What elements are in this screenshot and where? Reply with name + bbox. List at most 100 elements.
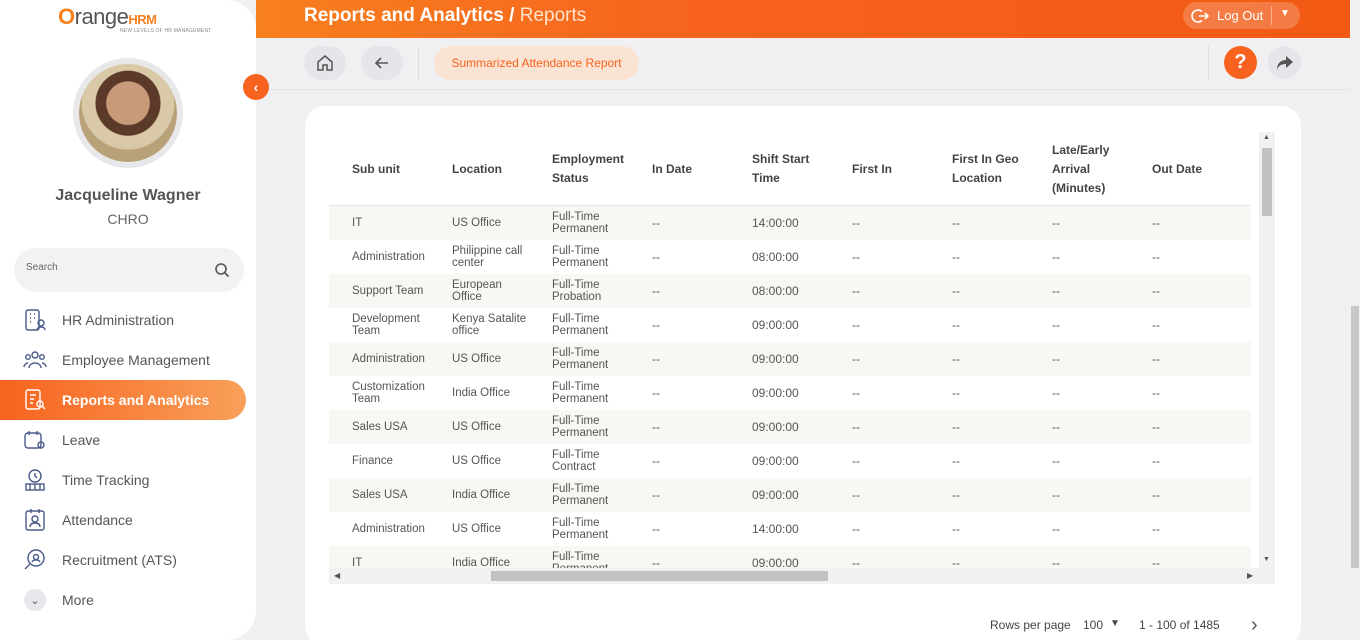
table-row[interactable]: Finance US Office Full-Time Contract -- 09:0… (329, 444, 1251, 478)
table-row[interactable]: Support Team European Office Full-Time Pro… (329, 274, 1251, 308)
vertical-scroll-thumb[interactable] (1262, 148, 1272, 216)
scroll-down-icon[interactable]: ▼ (1263, 556, 1270, 563)
sidebar-item-recruitment[interactable]: Recruitment (ATS) (0, 540, 256, 580)
horizontal-scroll-thumb[interactable] (491, 571, 828, 581)
table-cell: 1 (1229, 444, 1251, 478)
table-cell: -- (1152, 318, 1160, 332)
table-cell: -- (1152, 386, 1160, 400)
sidebar-item-employee-management[interactable]: Employee Management (0, 340, 256, 380)
table-cell: 2 (1229, 206, 1251, 240)
page-scrollbar[interactable] (1350, 0, 1360, 640)
sidebar-item-attendance[interactable]: Attendance (0, 500, 256, 540)
table-cell: 08:00:00 (752, 284, 799, 298)
column-header: Location (452, 161, 502, 176)
share-button[interactable] (1268, 46, 1301, 79)
orangehrm-logo[interactable]: OrangeHRM NEW LEVELS OF HR MANAGEMENT (58, 4, 211, 34)
table-header: Sub unit Location Employment Status In Date… (329, 132, 1251, 206)
caret-down-icon[interactable]: ▼ (1280, 8, 1290, 19)
next-page-button[interactable]: › (1251, 614, 1258, 637)
page-scroll-thumb[interactable] (1351, 306, 1359, 568)
table-cell: 1 (1229, 478, 1251, 512)
table-cell: -- (1052, 420, 1060, 434)
sidebar-item-hr-administration[interactable]: HR Administration (0, 300, 256, 340)
table-cell: -- (852, 522, 860, 536)
table-cell: -- (1052, 250, 1060, 264)
building-icon (22, 307, 48, 333)
avatar[interactable] (73, 58, 183, 168)
logout-button[interactable]: Log Out ▼ (1183, 2, 1300, 29)
table-cell: -- (652, 284, 660, 298)
sidebar-item-leave[interactable]: Leave (0, 420, 256, 460)
help-button[interactable]: ? (1224, 46, 1257, 79)
column-header: First In (852, 161, 893, 176)
table-cell: Support Team (352, 285, 424, 297)
table-row[interactable]: Sales USA India Office Full-Time Permanent… (329, 478, 1251, 512)
table-cell: -- (952, 454, 960, 468)
table-cell: -- (1052, 488, 1060, 502)
report-name-chip[interactable]: Summarized Attendance Report (434, 46, 639, 80)
help-icon: ? (1234, 51, 1247, 73)
collapse-sidebar-button[interactable]: ‹ (243, 74, 269, 100)
table-cell: -- (1152, 454, 1160, 468)
table-cell: -- (652, 216, 660, 230)
table-row[interactable]: IT US Office Full-Time Permanent -- 14:00:00… (329, 206, 1251, 240)
table-cell: -- (1052, 522, 1060, 536)
table-cell: Full-Time Permanent (552, 517, 609, 541)
table-cell: Full-Time Probation (552, 279, 602, 303)
table-cell: -- (1052, 352, 1060, 366)
breadcrumb-reports[interactable]: Reports (520, 5, 587, 26)
toolbar: Summarized Attendance Report ? (256, 38, 1350, 90)
table-cell: Full-Time Permanent (552, 211, 609, 235)
table-cell: -- (652, 420, 660, 434)
caret-down-icon[interactable]: ▼ (1110, 618, 1120, 629)
back-button[interactable] (361, 46, 403, 80)
table-cell: Finance (352, 455, 393, 467)
table-cell: 14:00:00 (752, 522, 799, 536)
table-cell: Full-Time Permanent (552, 245, 609, 269)
table-row[interactable]: Development Team Kenya Satalite office Ful… (329, 308, 1251, 342)
table-row[interactable]: Customization Team India Office Full-Time … (329, 376, 1251, 410)
home-icon (317, 55, 333, 71)
table-cell: Full-Time Permanent (552, 415, 609, 439)
table-cell: -- (1152, 352, 1160, 366)
scroll-right-icon[interactable]: ▶ (1247, 571, 1253, 580)
scroll-up-icon[interactable]: ▲ (1263, 134, 1270, 141)
sidebar-item-reports-and-analytics[interactable]: Reports and Analytics (0, 380, 246, 420)
table-cell: -- (1052, 386, 1060, 400)
home-button[interactable] (304, 46, 346, 80)
table-row[interactable]: IT India Office Full-Time Permanent -- 09:00… (329, 546, 1251, 568)
table-cell: Full-Time Permanent (552, 313, 609, 337)
column-header: Out Date (1152, 161, 1203, 176)
rows-per-page-select[interactable]: 100 (1083, 618, 1103, 632)
scroll-left-icon[interactable]: ◀ (334, 571, 340, 580)
table-cell: -- (1152, 556, 1160, 568)
table-cell: 09:00:00 (752, 352, 799, 366)
table-row[interactable]: Administration US Office Full-Time Permane… (329, 512, 1251, 546)
sidebar-item-more[interactable]: ⌄ More (0, 580, 256, 620)
attendance-icon (22, 507, 48, 533)
table-cell: -- (652, 556, 660, 568)
search-icon[interactable] (214, 262, 230, 278)
user-role: CHRO (107, 211, 149, 227)
table-cell: -- (952, 522, 960, 536)
column-header: Late/Early Arrival (Minutes) (1052, 142, 1110, 195)
table-cell: 08:00:00 (752, 250, 799, 264)
column-header: Sub unit (352, 161, 400, 176)
table-row[interactable]: Administration Philippine call center Full… (329, 240, 1251, 274)
table-cell: US Office (452, 353, 501, 365)
table-cell: 14:00:00 (752, 216, 799, 230)
table-row[interactable]: Administration US Office Full-Time Permane… (329, 342, 1251, 376)
arrow-left-icon (374, 57, 388, 69)
search-input[interactable] (26, 262, 196, 273)
table-row[interactable]: Sales USA US Office Full-Time Permanent -- 0… (329, 410, 1251, 444)
sidebar: OrangeHRM NEW LEVELS OF HR MANAGEMENT Ja… (0, 0, 256, 640)
table-cell: -- (1052, 454, 1060, 468)
sidebar-item-time-tracking[interactable]: Time Tracking (0, 460, 256, 500)
horizontal-scrollbar[interactable]: ◀ ▶ (329, 568, 1275, 584)
report-card: Sub unit Location Employment Status In Date… (305, 106, 1301, 640)
table-cell: -- (952, 420, 960, 434)
table-cell: -- (852, 250, 860, 264)
table-cell: Development Team (352, 313, 420, 337)
table-cell: 1 (1229, 546, 1251, 568)
vertical-scrollbar[interactable]: ▲ ▼ (1259, 132, 1275, 568)
